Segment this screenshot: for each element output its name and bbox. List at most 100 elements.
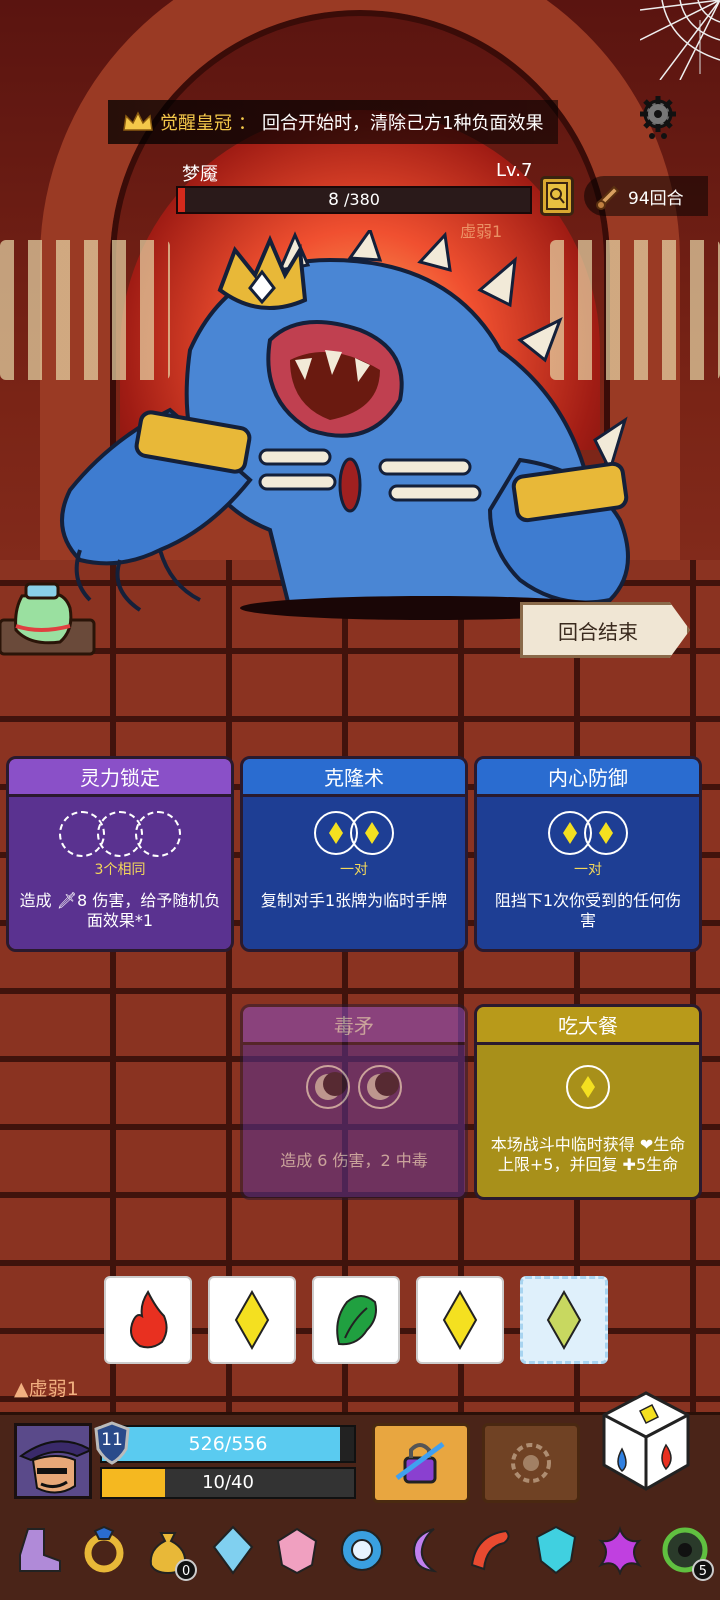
- card-feast[interactable]: 吃大餐 本场战斗中临时获得 ❤生命上限+5，并回复 ✚5生命: [474, 1004, 702, 1200]
- die-slot[interactable]: [358, 1065, 402, 1109]
- player-energy-bar: 10/40: [100, 1467, 356, 1499]
- boss-hp-text: 8 /380: [328, 190, 380, 210]
- relic-effect-name: 觉醒皇冠: [160, 113, 232, 134]
- card-condition: 一对: [340, 862, 368, 878]
- card-description: 阻挡下1次你受到的任何伤害: [494, 891, 682, 930]
- bestiary-button[interactable]: [540, 176, 574, 216]
- settings-button[interactable]: [636, 96, 680, 140]
- die-diamond[interactable]: [208, 1276, 296, 1364]
- relic-effect-banner: 觉醒皇冠 ： 回合开始时，清除己方1种负面效果: [108, 100, 558, 144]
- diamond-icon: [563, 822, 577, 844]
- boot-icon: [19, 1528, 61, 1572]
- gem-icon: [277, 1527, 318, 1575]
- moon-icon: [315, 1072, 347, 1100]
- crown-icon: [123, 111, 153, 131]
- moon-icon: [412, 1528, 438, 1573]
- armor-shield: 11: [92, 1421, 132, 1465]
- relic-gem[interactable]: [270, 1523, 324, 1577]
- dice-slots: [9, 811, 231, 857]
- cobweb-icon: [640, 0, 720, 80]
- splash-icon: [598, 1526, 643, 1575]
- relic-green-orb[interactable]: 5: [658, 1523, 714, 1581]
- card-spirit-lock[interactable]: 灵力锁定 3个相同 造成 🗡8 伤害，给予随机负面效果*1: [6, 756, 234, 952]
- crystal-icon: [212, 1525, 254, 1575]
- relic-splash[interactable]: [593, 1523, 647, 1577]
- relic-ring[interactable]: [77, 1523, 131, 1577]
- dice-slots: [477, 811, 699, 855]
- diamond-icon: [329, 822, 343, 844]
- card-condition: 一对: [574, 862, 602, 878]
- relic-shield-gem[interactable]: [529, 1523, 583, 1577]
- die-slot[interactable]: [584, 811, 628, 855]
- relic-compass-ring[interactable]: [335, 1523, 389, 1577]
- card-clone[interactable]: 克隆术 一对 复制对手1张牌为临时手牌: [240, 756, 468, 952]
- relic-boot[interactable]: [12, 1523, 66, 1577]
- nightmare-monster[interactable]: [50, 230, 650, 620]
- player-panel: 526/556 11 10/40 0 5: [0, 1391, 720, 1600]
- card-description: 造成 6 伤害，2 中毒: [280, 1151, 428, 1170]
- card-title: 克隆术: [243, 759, 465, 797]
- card-poison-spear[interactable]: 毒矛 造成 6 伤害，2 中毒: [240, 1004, 468, 1200]
- diamond-icon: [581, 1076, 595, 1098]
- reroll-die-icon[interactable]: [600, 1389, 692, 1493]
- card-inner-defense[interactable]: 内心防御 一对 阻挡下1次你受到的任何伤害: [474, 756, 702, 952]
- relic-count: 0: [175, 1559, 198, 1581]
- card-description: 本场战斗中临时获得 ❤生命上限+5，并回复 ✚5生命: [490, 1135, 686, 1174]
- relic-bar: 0 5: [12, 1523, 714, 1583]
- boss-level: Lv.7: [496, 160, 533, 181]
- diamond-icon: [546, 1290, 582, 1350]
- diamond-icon: [365, 822, 379, 844]
- dice-slots: [477, 1065, 699, 1109]
- boss-info-icon: [546, 182, 568, 210]
- scroll-icon: [596, 185, 620, 210]
- compass-ring-icon: [340, 1529, 383, 1571]
- lock-icon: [395, 1441, 445, 1484]
- ability-button[interactable]: [482, 1423, 580, 1503]
- player-hp-text: 526/556: [188, 1433, 268, 1455]
- die-slot[interactable]: [350, 811, 394, 855]
- card-title: 毒矛: [243, 1007, 465, 1045]
- flame-status-icon: ▲: [14, 1378, 29, 1400]
- lock-skill-button[interactable]: [372, 1423, 470, 1503]
- player-weak-status: ▲虚弱1: [14, 1378, 79, 1400]
- card-description: 复制对手1张牌为临时手牌: [260, 891, 448, 910]
- gear-icon: [640, 96, 676, 139]
- die-fire[interactable]: [104, 1276, 192, 1364]
- dice-slots: [243, 811, 465, 855]
- card-condition: 3个相同: [94, 862, 146, 878]
- leaf-icon: [336, 1295, 377, 1346]
- wizard-portrait-icon: [17, 1426, 89, 1496]
- dice-slots: [243, 1065, 465, 1109]
- player-avatar[interactable]: [14, 1423, 92, 1499]
- armor-value: 11: [101, 1430, 123, 1450]
- die-diamond-frozen[interactable]: [520, 1276, 608, 1364]
- player-hp-bar: 526/556: [100, 1425, 356, 1463]
- boss-name: 梦魇: [182, 164, 218, 185]
- ring-icon: [84, 1525, 124, 1573]
- die-leaf[interactable]: [312, 1276, 400, 1364]
- potion-jar-icon[interactable]: [0, 580, 96, 660]
- boss-hp-bar: 8 /380: [176, 186, 532, 214]
- player-energy-text: 10/40: [202, 1472, 254, 1493]
- die-diamond[interactable]: [416, 1276, 504, 1364]
- moon-icon: [367, 1072, 399, 1100]
- die-slot[interactable]: [566, 1065, 610, 1109]
- relic-money-bag[interactable]: 0: [141, 1523, 198, 1581]
- relic-effect-desc: 回合开始时，清除己方1种负面效果: [262, 113, 544, 134]
- end-turn-button[interactable]: 回合结束: [520, 602, 690, 658]
- relic-horn[interactable]: [464, 1523, 518, 1577]
- relic-effect-separator: ：: [238, 113, 256, 134]
- card-title: 吃大餐: [477, 1007, 699, 1045]
- die-slot[interactable]: [306, 1065, 350, 1109]
- diamond-icon: [599, 822, 613, 844]
- shield-gem-icon: [535, 1525, 576, 1575]
- card-title: 内心防御: [477, 759, 699, 797]
- relic-moon[interactable]: [400, 1523, 454, 1577]
- empty-die-slot[interactable]: [135, 811, 181, 857]
- relic-crystal[interactable]: [206, 1523, 260, 1577]
- turn-counter: 94回合: [584, 176, 708, 216]
- fire-icon: [130, 1290, 168, 1349]
- diamond-icon: [442, 1290, 478, 1350]
- spiral-icon: [511, 1443, 551, 1483]
- card-title: 灵力锁定: [9, 759, 231, 797]
